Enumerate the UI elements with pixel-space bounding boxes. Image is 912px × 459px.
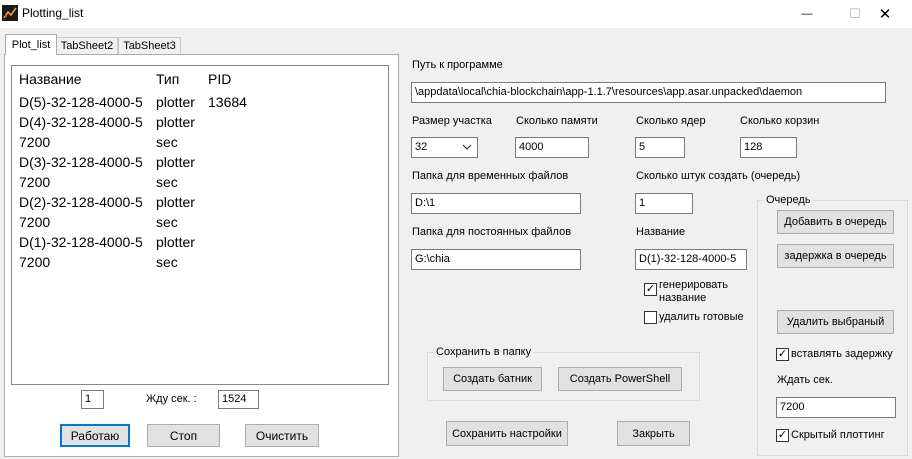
delay-to-queue-button[interactable]: задержка в очередь (777, 244, 894, 268)
list-cell-name: 7200 (19, 214, 51, 230)
tab-tabsheet2[interactable]: TabSheet2 (56, 37, 118, 54)
close-button[interactable]: Закрыть (617, 421, 690, 446)
window-title: Plotting_list (22, 6, 84, 20)
plot-size-select[interactable]: 32 (411, 137, 478, 158)
minimize-button[interactable]: — (784, 0, 830, 28)
final-folder-field[interactable]: G:\chia (411, 249, 581, 270)
create-powershell-button[interactable]: Создать PowerShell (558, 367, 682, 391)
list-item[interactable] (12, 254, 388, 274)
name-label: Название (636, 226, 686, 238)
list-cell-type: sec (156, 134, 178, 150)
list-item[interactable] (12, 174, 388, 194)
save-settings-button[interactable]: Сохранить настройки (446, 421, 568, 446)
list-cell-pid: 13684 (208, 94, 247, 110)
create-bat-button[interactable]: Создать батник (443, 367, 542, 391)
list-cell-type: sec (156, 174, 178, 190)
generate-name-label: генерировать название (659, 279, 728, 304)
generate-name-checkbox[interactable]: ✓ (644, 283, 657, 296)
list-cell-type: sec (156, 214, 178, 230)
check-icon: ✓ (645, 283, 656, 295)
add-to-queue-button[interactable]: Добавить в очередь (777, 210, 894, 234)
name-field[interactable]: D(1)-32-128-4000-5 (635, 249, 747, 270)
close-icon: ✕ (878, 6, 892, 23)
final-folder-label: Папка для постоянных файлов (412, 226, 572, 238)
count-label: Сколько штук создать (очередь) (636, 170, 801, 182)
delete-done-checkbox[interactable] (644, 311, 657, 324)
plot-size-value: 32 (415, 141, 428, 153)
list-cell-type: sec (156, 254, 178, 270)
minimize-icon: — (801, 8, 813, 20)
check-icon: ✓ (777, 348, 788, 360)
queue-wait-field[interactable]: 7200 (776, 397, 896, 418)
list-cell-type: plotter (156, 114, 195, 130)
column-header-pid[interactable]: PID (208, 71, 231, 87)
program-path-field[interactable]: \appdata\local\chia-blockchain\app-1.1.7… (411, 82, 886, 103)
tab-plot-list[interactable]: Plot_list (5, 34, 57, 55)
cores-label: Сколько ядер (636, 115, 706, 127)
work-button[interactable]: Работаю (60, 424, 130, 447)
column-header-type[interactable]: Тип (156, 71, 179, 87)
list-cell-name: D(2)-32-128-4000-5 (19, 194, 143, 210)
hidden-plotting-label: Скрытый плоттинг (791, 429, 885, 441)
cores-field[interactable]: 5 (635, 137, 685, 158)
memory-field[interactable]: 4000 (515, 137, 589, 158)
plot-size-label: Размер участка (412, 115, 492, 127)
list-cell-name: 7200 (19, 174, 51, 190)
title-bar (0, 0, 912, 28)
list-cell-name: D(4)-32-128-4000-5 (19, 114, 143, 130)
counter-field[interactable]: 1 (81, 390, 104, 409)
list-cell-type: plotter (156, 194, 195, 210)
stop-button[interactable]: Стоп (147, 424, 220, 447)
list-cell-type: plotter (156, 234, 195, 250)
check-icon: ✓ (777, 429, 788, 441)
list-cell-name: D(5)-32-128-4000-5 (19, 94, 143, 110)
maximize-icon: ☐ (849, 6, 861, 21)
insert-delay-checkbox[interactable]: ✓ (776, 348, 789, 361)
program-path-label: Путь к программе (412, 59, 503, 71)
delete-done-label: удалить готовые (659, 311, 744, 323)
app-icon (2, 5, 18, 21)
tab-tabsheet3[interactable]: TabSheet3 (118, 37, 181, 54)
list-cell-type: plotter (156, 94, 195, 110)
clear-button[interactable]: Очистить (245, 424, 319, 447)
buckets-label: Сколько корзин (740, 115, 820, 127)
close-window-button[interactable]: ✕ (862, 0, 908, 28)
temp-folder-label: Папка для временных файлов (412, 170, 569, 182)
count-field[interactable]: 1 (635, 193, 693, 214)
column-header-name[interactable]: Название (19, 71, 82, 87)
hidden-plotting-checkbox[interactable]: ✓ (776, 429, 789, 442)
memory-label: Сколько памяти (516, 115, 598, 127)
delete-selected-button[interactable]: Удалить выбраный (777, 310, 894, 334)
list-cell-name: D(3)-32-128-4000-5 (19, 154, 143, 170)
wait-label: Жду сек. : (146, 393, 197, 405)
list-cell-type: plotter (156, 154, 195, 170)
queue-group-title: Очередь (764, 194, 813, 206)
list-cell-name: D(1)-32-128-4000-5 (19, 234, 143, 250)
wait-seconds-field[interactable]: 1524 (218, 390, 259, 409)
list-item[interactable] (12, 214, 388, 234)
save-folder-group-title: Сохранить в папку (434, 346, 534, 358)
chevron-down-icon[interactable] (462, 144, 472, 151)
list-cell-name: 7200 (19, 134, 51, 150)
buckets-field[interactable]: 128 (740, 137, 797, 158)
list-item[interactable] (12, 134, 388, 154)
insert-delay-label: вставлять задержку (791, 348, 893, 360)
temp-folder-field[interactable]: D:\1 (411, 193, 581, 214)
queue-wait-label: Ждать сек. (777, 374, 833, 386)
list-cell-name: 7200 (19, 254, 51, 270)
